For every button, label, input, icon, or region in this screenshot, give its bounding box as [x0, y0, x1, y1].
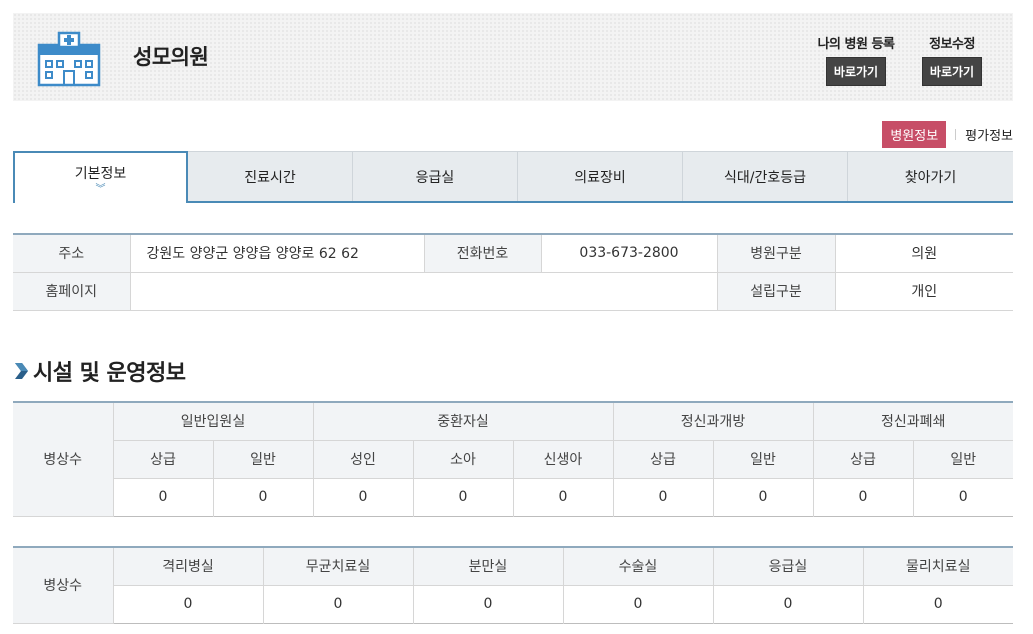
- bed-value: 0: [313, 478, 414, 516]
- room-value: 0: [563, 585, 714, 623]
- subtab-hospital-info[interactable]: 병원정보: [882, 121, 947, 148]
- room-value: 0: [263, 585, 414, 623]
- basic-info-table: 주소 강원도 양양군 양양읍 양양로 62 62 전화번호 033-673-28…: [13, 233, 1013, 311]
- register-button[interactable]: 바로가기: [825, 57, 887, 86]
- subtab-evaluation-info[interactable]: 평가정보: [965, 125, 1013, 144]
- tab-basic-info[interactable]: 기본정보 ︾: [13, 151, 188, 203]
- bed-value: 0: [813, 478, 914, 516]
- phone-label: 전화번호: [424, 234, 542, 273]
- bed-value: 0: [113, 478, 214, 516]
- tab-label: 찾아가기: [904, 169, 957, 186]
- tab-hours[interactable]: 진료시간: [188, 151, 353, 201]
- table-row: 상급 일반 성인 소아 신생아 상급 일반 상급 일반: [13, 440, 1013, 479]
- room-header: 수술실: [563, 547, 714, 586]
- room-header: 응급실: [713, 547, 864, 586]
- tab-directions[interactable]: 찾아가기: [848, 151, 1013, 201]
- hospital-header: 성모의원 나의 병원 등록 바로가기 정보수정 바로가기: [13, 13, 1013, 101]
- bed-count-table-1: 병상수 일반입원실 중환자실 정신과개방 정신과폐쇄 상급 일반 성인 소아 신…: [13, 401, 1013, 517]
- table-row: 0 0 0 0 0 0: [13, 585, 1013, 623]
- bed-value: 0: [713, 478, 814, 516]
- group-header: 정신과개방: [613, 402, 814, 441]
- bed-value: 0: [413, 478, 514, 516]
- room-header: 물리치료실: [863, 547, 1013, 586]
- room-value: 0: [863, 585, 1013, 623]
- homepage-value: [130, 272, 718, 311]
- tab-meal-nursing[interactable]: 식대/간호등급: [683, 151, 848, 201]
- group-header: 중환자실: [313, 402, 614, 441]
- bed-count-label: 병상수: [13, 402, 114, 517]
- register-group: 나의 병원 등록 바로가기: [811, 33, 901, 86]
- table-row: 주소 강원도 양양군 양양읍 양양로 62 62 전화번호 033-673-28…: [13, 234, 1013, 273]
- room-header: 무균치료실: [263, 547, 414, 586]
- bed-value: 0: [613, 478, 714, 516]
- room-value: 0: [113, 585, 264, 623]
- sub-header: 일반: [713, 440, 814, 479]
- establish-type-value: 개인: [835, 272, 1013, 311]
- arrow-marker-icon: [15, 363, 28, 379]
- room-header: 격리병실: [113, 547, 264, 586]
- tab-label: 의료장비: [574, 169, 626, 186]
- sub-tabs: 병원정보 평가정보: [882, 121, 1013, 148]
- homepage-label: 홈페이지: [13, 272, 131, 311]
- section-title-text: 시설 및 운영정보: [33, 361, 186, 386]
- sub-header: 상급: [613, 440, 714, 479]
- table-row: 병상수 일반입원실 중환자실 정신과개방 정신과폐쇄: [13, 402, 1013, 517]
- address-label: 주소: [13, 234, 131, 273]
- edit-label: 정보수정: [929, 37, 975, 52]
- phone-value: 033-673-2800: [541, 234, 718, 273]
- table-row: 병상수 격리병실 무균치료실 분만실 수술실 응급실 물리치료실: [13, 547, 1013, 624]
- section-title: 시설 및 운영정보: [13, 355, 186, 387]
- room-value: 0: [413, 585, 564, 623]
- establish-type-label: 설립구분: [717, 272, 836, 311]
- hospital-name: 성모의원: [133, 45, 209, 69]
- sub-header: 일반: [913, 440, 1013, 479]
- hospital-type-label: 병원구분: [717, 234, 836, 273]
- sub-header: 상급: [113, 440, 214, 479]
- sub-header: 신생아: [513, 440, 614, 479]
- bed-value: 0: [213, 478, 314, 516]
- group-header: 정신과폐쇄: [813, 402, 1013, 441]
- hospital-building-icon: [37, 31, 101, 87]
- bed-count-table-2: 병상수 격리병실 무균치료실 분만실 수술실 응급실 물리치료실 0 0 0 0…: [13, 546, 1013, 624]
- group-header: 일반입원실: [113, 402, 314, 441]
- table-row: 0 0 0 0 0 0 0 0 0: [13, 478, 1013, 516]
- chevron-down-icon: ︾: [95, 183, 106, 195]
- address-value: 강원도 양양군 양양읍 양양로 62 62: [130, 234, 425, 273]
- tab-label: 응급실: [415, 169, 455, 186]
- tab-label: 기본정보: [74, 165, 127, 182]
- register-label: 나의 병원 등록: [817, 37, 895, 52]
- sub-header: 소아: [413, 440, 514, 479]
- tab-label: 식대/간호등급: [724, 169, 806, 186]
- bed-value: 0: [513, 478, 614, 516]
- sub-header: 성인: [313, 440, 414, 479]
- hospital-type-value: 의원: [835, 234, 1013, 273]
- subtab-divider: [955, 129, 957, 140]
- edit-button[interactable]: 바로가기: [921, 57, 983, 86]
- room-header: 분만실: [413, 547, 564, 586]
- sub-header: 일반: [213, 440, 314, 479]
- table-row: 홈페이지 설립구분 개인: [13, 272, 1013, 311]
- tab-emergency[interactable]: 응급실: [353, 151, 518, 201]
- tab-equipment[interactable]: 의료장비: [518, 151, 683, 201]
- sub-header: 상급: [813, 440, 914, 479]
- edit-group: 정보수정 바로가기: [919, 33, 985, 86]
- room-value: 0: [713, 585, 864, 623]
- tab-label: 진료시간: [244, 169, 296, 186]
- main-tabs: 기본정보 ︾ 진료시간 응급실 의료장비 식대/간호등급 찾아가기: [13, 151, 1013, 203]
- bed-value: 0: [913, 478, 1013, 516]
- bed-count-label: 병상수: [13, 547, 114, 624]
